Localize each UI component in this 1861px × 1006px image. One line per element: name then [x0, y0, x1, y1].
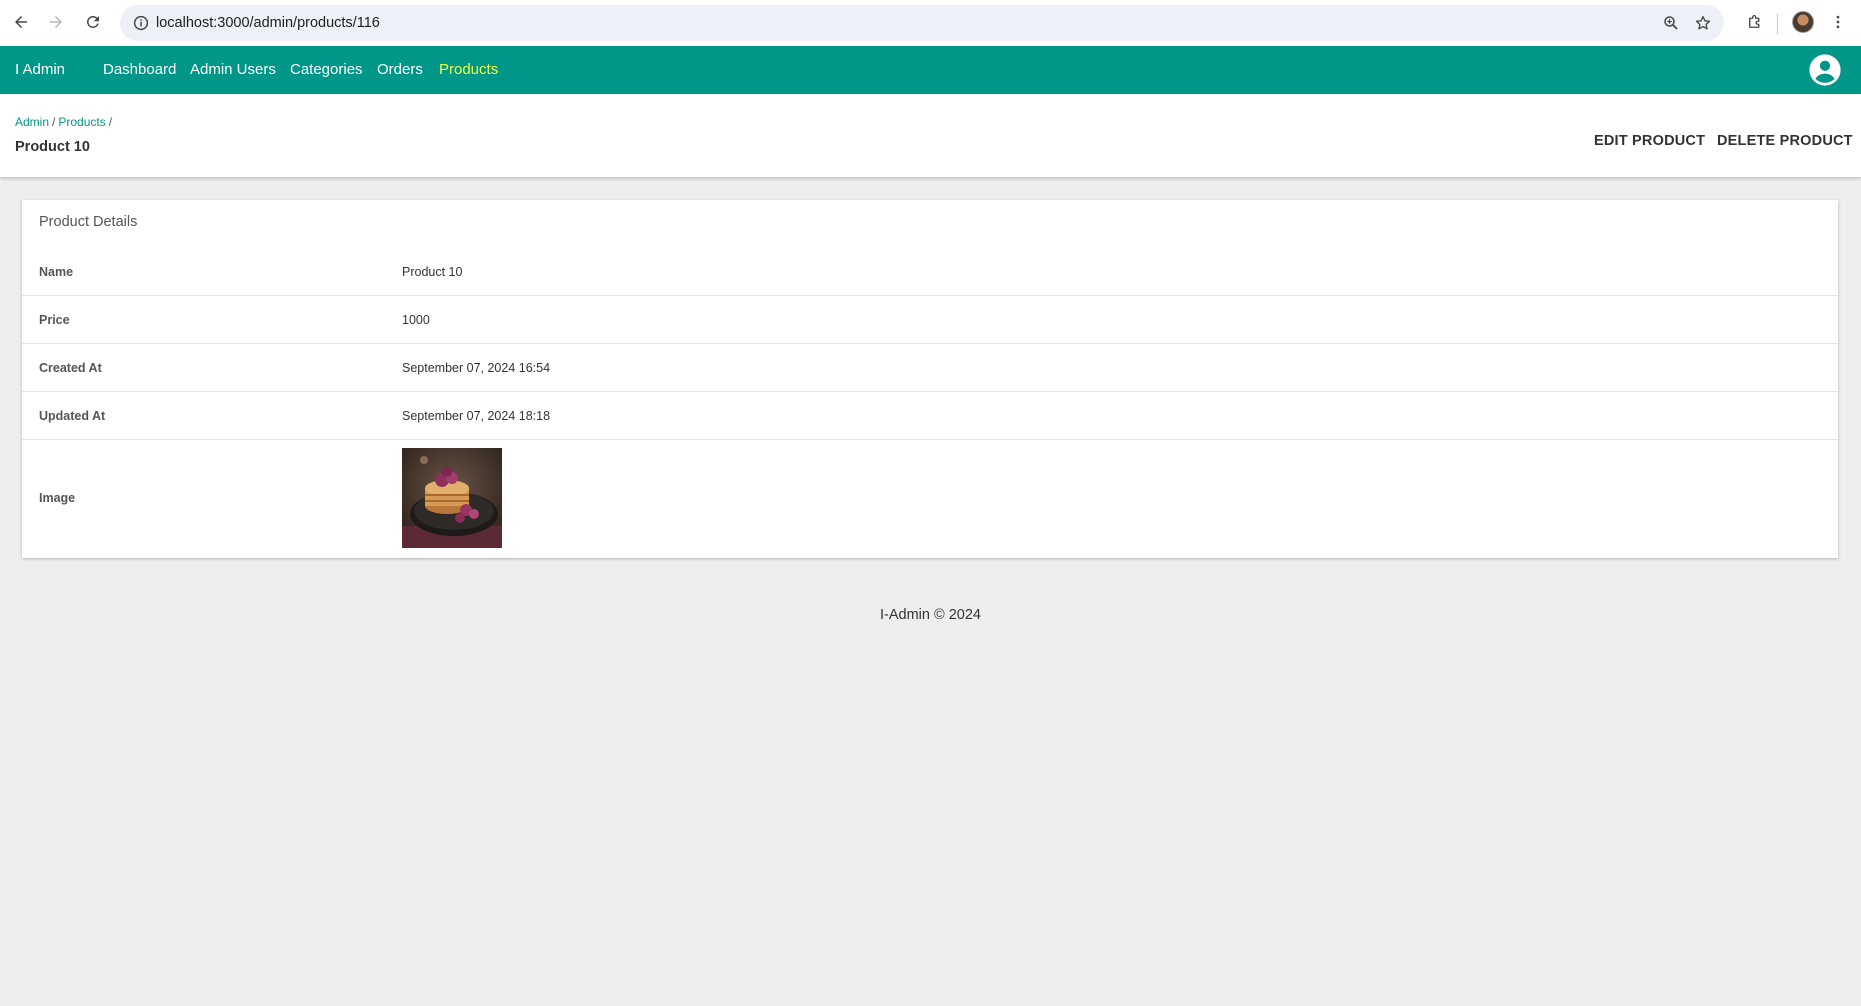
detail-value: Product 10	[402, 265, 463, 279]
arrow-left-icon	[15, 16, 27, 28]
detail-row-name: Name Product 10	[22, 248, 1838, 296]
puzzle-icon	[1749, 15, 1760, 28]
detail-label: Name	[39, 265, 74, 279]
product-image[interactable]	[402, 448, 502, 548]
kebab-menu-icon	[1836, 15, 1840, 29]
breadcrumb-separator: /	[108, 115, 113, 129]
detail-row-image: Image	[22, 440, 1838, 558]
detail-value: 1000	[402, 313, 430, 327]
detail-row-price: Price 1000	[22, 296, 1838, 344]
extensions-button[interactable]	[1738, 5, 1772, 39]
detail-value: September 07, 2024 18:18	[402, 409, 551, 423]
product-details-card: Product Details Name Product 10 Price 10…	[22, 200, 1838, 558]
toolbar-divider	[1777, 14, 1778, 34]
nav-dashboard[interactable]: Dashboard	[103, 46, 176, 94]
zoom-icon[interactable]	[1662, 14, 1680, 32]
pancake-photo	[402, 448, 502, 548]
back-button[interactable]	[4, 5, 38, 39]
detail-row-updated-at: Updated At September 07, 2024 18:18	[22, 392, 1838, 440]
account-circle-icon[interactable]	[1808, 53, 1842, 87]
detail-label: Price	[39, 313, 70, 327]
card-title: Product Details	[39, 214, 138, 230]
url-text[interactable]: localhost:3000/admin/products/116	[156, 5, 380, 41]
breadcrumb-admin-link[interactable]: Admin	[15, 115, 49, 129]
app-bar: I Admin Dashboard Admin Users Categories…	[0, 46, 1861, 94]
nav-orders[interactable]: Orders	[377, 46, 423, 94]
detail-row-created-at: Created At September 07, 2024 16:54	[22, 344, 1838, 392]
arrow-right-icon	[50, 16, 62, 28]
nav-categories[interactable]: Categories	[290, 46, 363, 94]
edit-product-button[interactable]: EDIT PRODUCT	[1586, 123, 1713, 159]
footer-copyright: I-Admin © 2024	[880, 607, 981, 623]
detail-label: Updated At	[39, 409, 106, 423]
breadcrumb-products-link[interactable]: Products	[58, 115, 105, 129]
reload-button[interactable]	[76, 5, 110, 39]
breadcrumb-separator: /	[52, 115, 56, 129]
page-title: Product 10	[15, 139, 90, 155]
avatar	[1792, 11, 1814, 33]
browser-menu-button[interactable]	[1821, 5, 1855, 39]
detail-label: Image	[39, 491, 76, 505]
detail-value: September 07, 2024 16:54	[402, 361, 551, 375]
forward-button[interactable]	[39, 5, 73, 39]
nav-products[interactable]: Products	[439, 46, 498, 94]
reload-icon	[86, 15, 99, 28]
breadcrumb: Admin / Products /	[15, 115, 115, 129]
address-bar[interactable]: localhost:3000/admin/products/116	[120, 5, 1724, 41]
brand-title[interactable]: I Admin	[15, 46, 65, 94]
delete-product-button[interactable]: DELETE PRODUCT	[1709, 123, 1861, 159]
page-header: Admin / Products / Product 10 EDIT PRODUCT …	[0, 94, 1861, 177]
nav-admin-users[interactable]: Admin Users	[190, 46, 276, 94]
detail-label: Created At	[39, 361, 102, 375]
info-icon[interactable]	[132, 14, 150, 32]
bookmark-star-icon[interactable]	[1694, 14, 1712, 32]
profile-button[interactable]	[1786, 5, 1820, 39]
browser-toolbar: localhost:3000/admin/products/116	[0, 0, 1861, 46]
